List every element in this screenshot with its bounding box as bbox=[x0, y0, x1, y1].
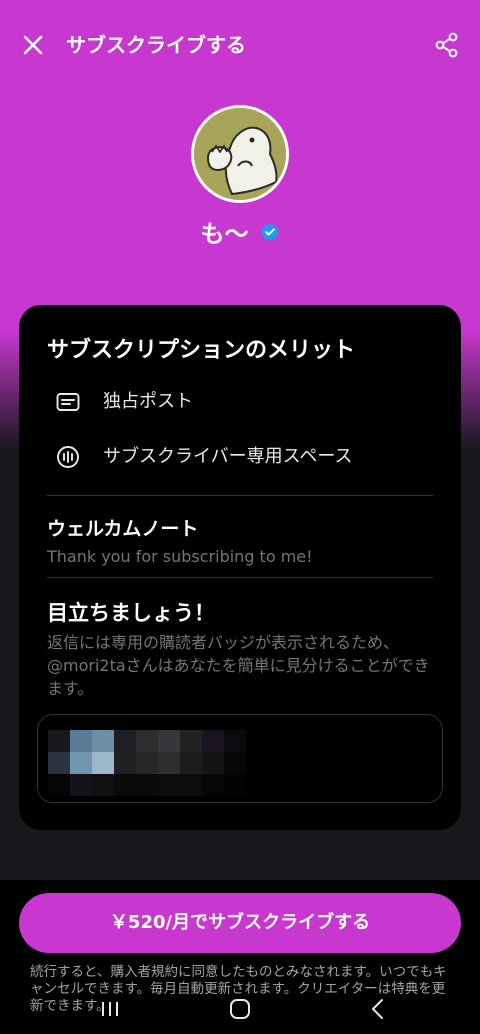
back-icon bbox=[372, 999, 383, 1019]
divider bbox=[47, 577, 433, 578]
share-button[interactable] bbox=[432, 30, 462, 60]
verified-badge-icon bbox=[260, 222, 279, 241]
creator-avatar bbox=[191, 105, 289, 203]
page-title: サブスクライブする bbox=[66, 33, 246, 57]
stand-out-description: 返信には専用の購読者バッジが表示されるため、@mori2taさんはあなたを簡単に… bbox=[47, 633, 430, 698]
welcome-note-title: ウェルカムノート bbox=[47, 518, 199, 540]
home-icon bbox=[230, 999, 250, 1019]
benefit-exclusive-posts: 独占ポスト bbox=[55, 387, 435, 417]
welcome-note-message: Thank you for subscribing to me! bbox=[47, 547, 313, 566]
subscription-benefits-card: サブスクリプションのメリット 独占ポスト サブスクライバー専用スペース ウェルカ… bbox=[19, 305, 461, 830]
close-button[interactable] bbox=[18, 30, 48, 60]
benefit-label: 独占ポスト bbox=[103, 391, 193, 412]
post-icon bbox=[56, 393, 80, 411]
system-navigation-bar bbox=[0, 990, 480, 1034]
recent-apps-button[interactable] bbox=[92, 994, 128, 1024]
reply-preview bbox=[37, 714, 443, 803]
recent-apps-icon bbox=[102, 1002, 118, 1016]
benefit-subscriber-spaces: サブスクライバー専用スペース bbox=[55, 442, 435, 472]
avatar-image bbox=[194, 108, 286, 200]
stand-out-title: 目立ちましょう！ bbox=[47, 601, 215, 625]
benefit-label: サブスクライバー専用スペース bbox=[103, 446, 353, 467]
share-icon bbox=[435, 32, 458, 58]
subscribe-button[interactable]: ￥520/月でサブスクライブする bbox=[19, 893, 461, 953]
home-button[interactable] bbox=[222, 994, 258, 1024]
benefits-title: サブスクリプションのメリット bbox=[47, 338, 356, 363]
divider bbox=[47, 495, 433, 496]
spaces-icon bbox=[57, 446, 79, 468]
top-bar: サブスクライブする bbox=[0, 0, 480, 90]
creator-info: も〜 bbox=[0, 214, 480, 250]
back-button[interactable] bbox=[360, 994, 396, 1024]
close-icon bbox=[23, 35, 43, 55]
pixelated-preview-image bbox=[48, 730, 246, 796]
creator-name: も〜 bbox=[200, 220, 249, 248]
